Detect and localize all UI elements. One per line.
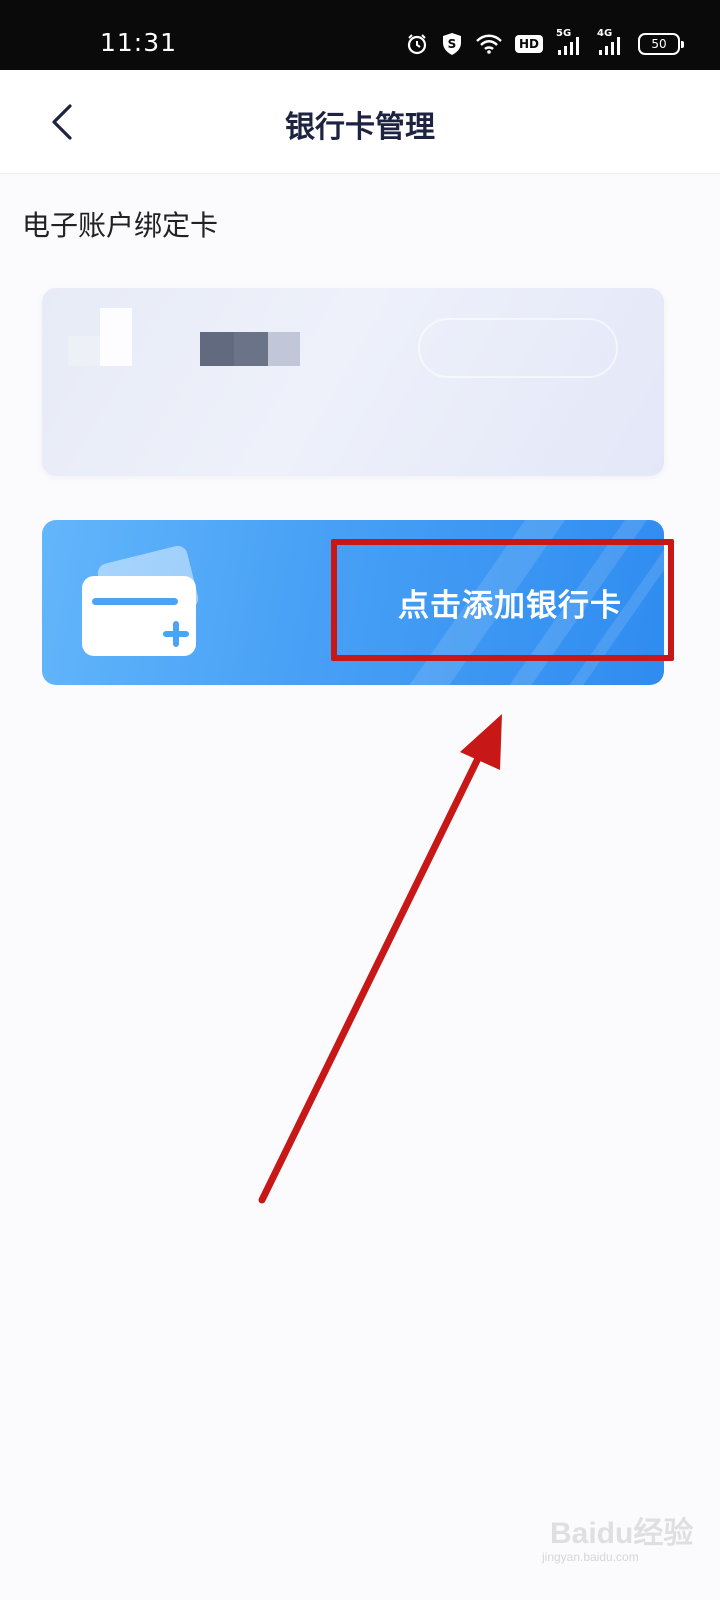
- alarm-icon: [407, 34, 427, 55]
- card-shine: [418, 318, 618, 378]
- add-card-icon: [82, 545, 199, 656]
- signal-4g-icon: 4G: [597, 28, 625, 56]
- annotation-highlight-box: [331, 539, 674, 661]
- shield-icon: S: [442, 33, 461, 55]
- svg-text:S: S: [448, 37, 457, 51]
- status-bar: 11:31 S HD 5G 4G 50: [0, 0, 720, 70]
- page-title: 银行卡管理: [285, 110, 435, 145]
- signal-5g-icon: 5G: [556, 28, 584, 56]
- status-time: 11:31: [100, 28, 178, 57]
- hd-badge: HD: [514, 35, 543, 53]
- battery-icon: 50: [638, 33, 684, 55]
- section-title: 电子账户绑定卡: [22, 209, 219, 242]
- nav-bar: 银行卡管理: [0, 70, 720, 174]
- wifi-icon: [476, 34, 502, 54]
- bound-bank-card[interactable]: [42, 288, 664, 476]
- baidu-watermark: Baidu经验 jingyan.baidu.com: [542, 1517, 694, 1564]
- status-icons: S HD 5G 4G 50: [406, 28, 684, 58]
